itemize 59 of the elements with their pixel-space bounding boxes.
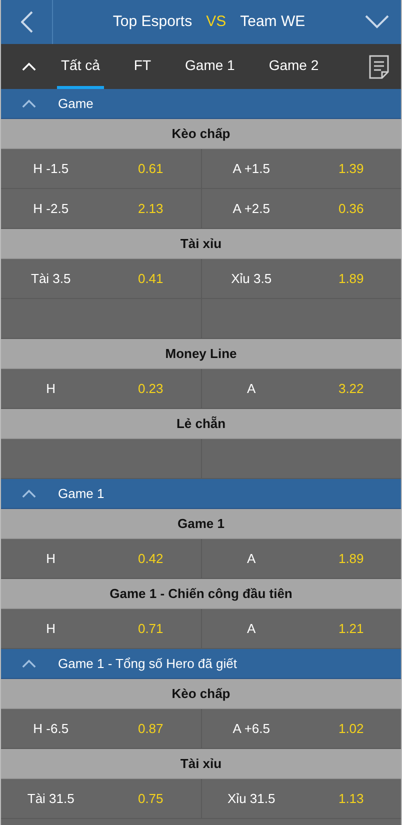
tab[interactable]: Game 2 (264, 44, 323, 89)
away-team: Team WE (240, 12, 306, 32)
section-header[interactable]: Game (1, 89, 401, 119)
odds-value[interactable]: 0.87 (100, 718, 200, 738)
odds-value[interactable]: 2.13 (100, 198, 200, 218)
odds-value[interactable]: 1.02 (301, 718, 401, 738)
odds-value[interactable]: 1.13 (301, 788, 401, 808)
bet-label: Xỉu 3.5 (230, 270, 273, 288)
odds-value[interactable]: 0.41 (100, 268, 200, 288)
odds-value[interactable]: 0.71 (100, 618, 200, 638)
market-title: Tài xỉu (180, 754, 222, 773)
bet-label: A (246, 550, 257, 568)
odds-value[interactable]: 1.89 (301, 268, 401, 288)
odds-value[interactable]: 0.23 (100, 378, 200, 398)
bet-label: A (246, 380, 257, 398)
market-title: Kèo chấp (172, 684, 230, 703)
chevron-icon[interactable] (22, 489, 36, 498)
bet-label: Tài 3.5 (30, 270, 72, 288)
odds-value[interactable]: 0.42 (100, 548, 200, 568)
back-icon[interactable] (20, 11, 32, 33)
chevron-icon[interactable] (22, 99, 36, 108)
market-title: Game 1 - Chiến công đầu tiên (110, 584, 292, 603)
market-title: Money Line (165, 344, 237, 363)
bet-label: H -6.5 (32, 720, 70, 738)
section-title: Game 1 (58, 484, 104, 503)
bet-label: Tài 31.5 (26, 790, 76, 808)
odds-value[interactable]: 3.22 (301, 378, 401, 398)
bet-label: H (45, 380, 57, 398)
bet-label: A (246, 620, 257, 638)
odds-value[interactable]: 0.61 (100, 158, 200, 178)
document-icon[interactable] (369, 54, 389, 78)
section-header[interactable]: Game 1 (1, 479, 401, 509)
section-header[interactable]: Game 1 - Tổng số Hero đã giết (1, 649, 401, 679)
tab[interactable]: Game 1 (181, 44, 239, 89)
bet-label: H -1.5 (32, 160, 70, 178)
bet-label: H (45, 620, 57, 638)
market-title: Tài xỉu (180, 234, 222, 253)
bet-label: H (45, 550, 57, 568)
market-title: Game 1 (178, 514, 224, 533)
section-title: Game (58, 94, 94, 113)
bet-label: A +2.5 (232, 200, 271, 218)
chevron-icon[interactable] (22, 659, 36, 668)
market-title: Kèo chấp (172, 124, 230, 143)
collapse-icon[interactable] (22, 62, 36, 71)
odds-value[interactable]: 1.89 (301, 548, 401, 568)
odds-value[interactable]: 1.39 (301, 158, 401, 178)
market-title: Lẻ chẵn (176, 414, 226, 433)
odds-value[interactable]: 0.75 (100, 788, 200, 808)
odds-value[interactable]: 1.21 (301, 618, 401, 638)
tab[interactable]: FT (130, 44, 156, 89)
home-team: Top Esports (112, 12, 192, 32)
bet-label: A +1.5 (232, 160, 271, 178)
bet-label: A +6.5 (232, 720, 271, 738)
dropdown-icon[interactable] (365, 15, 389, 29)
bet-label: Xỉu 31.5 (226, 790, 276, 808)
section-title: Game 1 - Tổng số Hero đã giết (58, 654, 237, 673)
vs-label: VS (206, 12, 226, 32)
bet-label: H -2.5 (32, 200, 70, 218)
odds-value[interactable]: 0.36 (301, 198, 401, 218)
